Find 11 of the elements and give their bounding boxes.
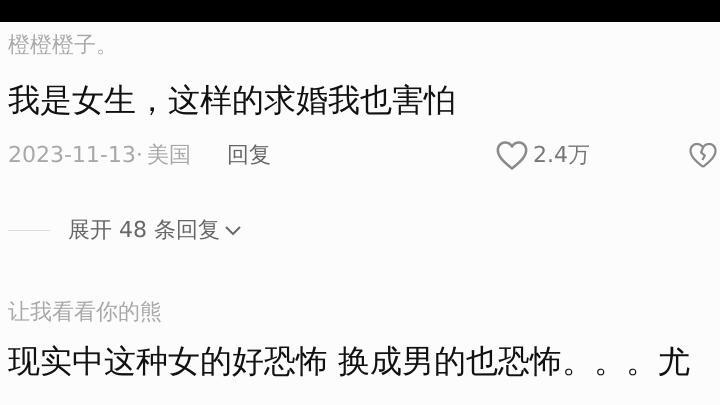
comment-location: 美国 <box>146 142 191 170</box>
heart-icon[interactable] <box>495 139 529 171</box>
comment-date: 2023-11-13· <box>8 142 143 170</box>
expand-replies-button[interactable]: 展开 48 条回复 <box>68 214 242 247</box>
comment-text: 我是女生，这样的求婚我也害怕 <box>8 82 457 118</box>
reply-button[interactable]: 回复 <box>226 138 271 172</box>
comment-text: 现实中这种女的好恐怖 换成男的也恐怖。。。尤 <box>8 343 692 379</box>
username: 让我看看你的熊 <box>8 299 163 327</box>
like-count: 2.4万 <box>533 142 590 170</box>
chevron-down-icon <box>224 224 242 236</box>
username: 橙橙橙子。 <box>8 32 119 60</box>
